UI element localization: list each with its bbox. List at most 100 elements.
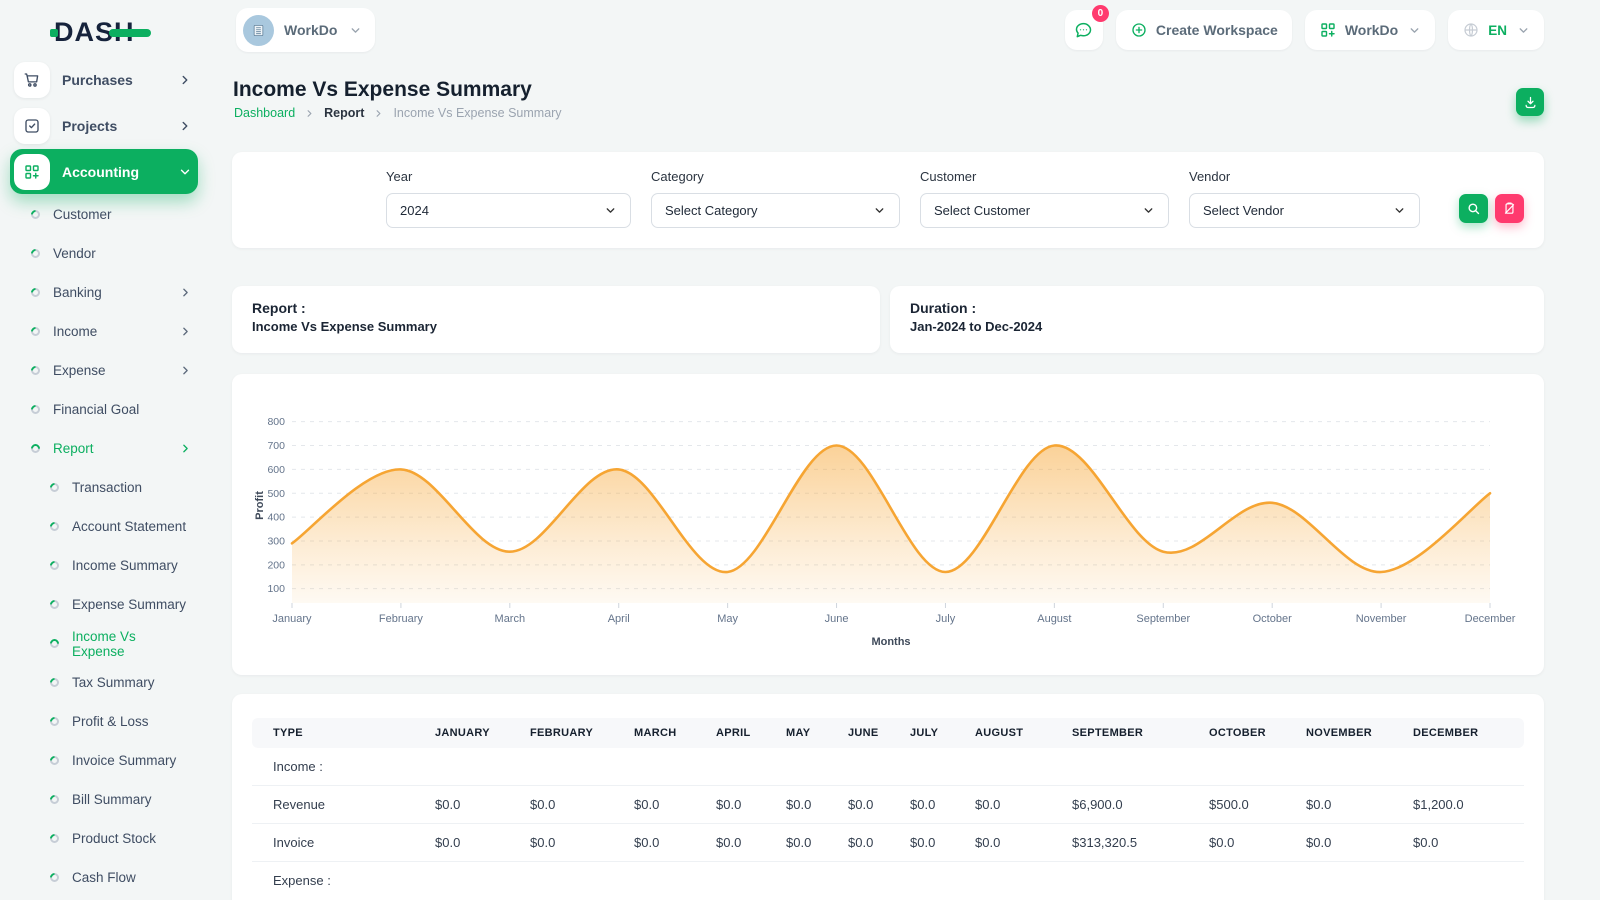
chevron-right-icon	[179, 286, 192, 299]
sidebar-item-label: Vendor	[53, 246, 96, 261]
create-workspace-button[interactable]: Create Workspace	[1116, 10, 1292, 50]
column-header-february: FEBRUARY	[509, 718, 613, 748]
messages-button[interactable]: 0	[1065, 10, 1103, 50]
sidebar-item-label: Transaction	[72, 480, 142, 495]
cell-value: $0.0	[889, 824, 954, 862]
customer-label: Customer	[920, 169, 1169, 184]
sidebar-item-purchases[interactable]: Purchases	[10, 57, 198, 102]
sidebar-item-bill-summary[interactable]: Bill Summary	[0, 780, 210, 819]
vendor-select[interactable]: Select Vendor	[1189, 193, 1420, 228]
cell-value: $0.0	[613, 786, 695, 824]
sidebar: DASH Purchases Projects Accounting Custome…	[0, 0, 210, 900]
bullet-donut-icon	[48, 637, 61, 650]
sidebar-item-label: Expense Summary	[72, 597, 186, 612]
bullet-donut-icon	[48, 559, 61, 572]
year-label: Year	[386, 169, 631, 184]
table-section-label: Expense :	[252, 862, 1524, 900]
building-icon	[249, 21, 268, 40]
sidebar-item-expense[interactable]: Expense	[0, 351, 210, 390]
workspace-name: WorkDo	[284, 22, 337, 38]
language-label: EN	[1488, 23, 1507, 38]
workspace-menu-button[interactable]: WorkDo	[1305, 10, 1435, 50]
chevron-down-icon	[178, 165, 192, 179]
column-header-december: DECEMBER	[1392, 718, 1524, 748]
bullet-donut-icon	[29, 286, 42, 299]
x-tick-label: July	[936, 613, 956, 625]
bullet-donut-icon	[48, 793, 61, 806]
download-icon	[1523, 95, 1538, 110]
cell-value: $0.0	[954, 824, 1051, 862]
sidebar-item-label: Report	[53, 441, 94, 456]
breadcrumb-dashboard[interactable]: Dashboard	[234, 106, 295, 120]
sidebar-item-profit-loss[interactable]: Profit & Loss	[0, 702, 210, 741]
duration-label: Duration :	[890, 286, 1544, 319]
breadcrumb: Dashboard Report Income Vs Expense Summa…	[234, 106, 562, 120]
chevron-down-icon	[1393, 204, 1406, 217]
sidebar-item-label: Expense	[53, 363, 106, 378]
chevron-right-icon	[373, 108, 384, 119]
sidebar-item-report[interactable]: Report	[0, 429, 210, 468]
y-tick-label: 600	[267, 464, 285, 476]
y-tick-label: 700	[267, 440, 285, 452]
x-tick-label: September	[1136, 613, 1190, 625]
cell-value: $0.0	[695, 824, 765, 862]
sidebar-item-label: Customer	[53, 207, 112, 222]
file-slash-icon	[1502, 201, 1517, 216]
sidebar-item-projects[interactable]: Projects	[10, 103, 198, 148]
sidebar-item-customer[interactable]: Customer	[0, 195, 210, 234]
column-header-october: OCTOBER	[1188, 718, 1285, 748]
sidebar-item-cash-flow[interactable]: Cash Flow	[0, 858, 210, 897]
chevron-right-icon	[178, 73, 192, 87]
globe-icon	[1462, 21, 1480, 39]
sidebar-item-vendor[interactable]: Vendor	[0, 234, 210, 273]
sidebar-item-label: Invoice Summary	[72, 753, 176, 768]
sidebar-item-expense-summary[interactable]: Expense Summary	[0, 585, 210, 624]
x-tick-label: June	[825, 613, 849, 625]
sidebar-item-label: Product Stock	[72, 831, 156, 846]
table-row-invoice: Invoice$0.0$0.0$0.0$0.0$0.0$0.0$0.0$0.0$…	[252, 824, 1524, 862]
report-summary-card: Report : Income Vs Expense Summary	[232, 286, 880, 353]
cart-icon	[14, 62, 50, 98]
y-tick-label: 100	[267, 583, 285, 595]
sidebar-item-tax-summary[interactable]: Tax Summary	[0, 663, 210, 702]
column-header-march: MARCH	[613, 718, 695, 748]
x-tick-label: April	[608, 613, 630, 625]
row-type: Invoice	[252, 824, 414, 862]
year-select[interactable]: 2024	[386, 193, 631, 228]
category-select[interactable]: Select Category	[651, 193, 900, 228]
sidebar-item-banking[interactable]: Banking	[0, 273, 210, 312]
sidebar-item-income[interactable]: Income	[0, 312, 210, 351]
cell-value: $0.0	[827, 786, 889, 824]
sidebar-item-financial-goal[interactable]: Financial Goal	[0, 390, 210, 429]
sidebar-item-account-statement[interactable]: Account Statement	[0, 507, 210, 546]
apply-filter-button[interactable]	[1459, 194, 1488, 223]
year-value: 2024	[400, 203, 429, 218]
language-selector[interactable]: EN	[1448, 10, 1544, 50]
breadcrumb-report[interactable]: Report	[324, 106, 364, 120]
reset-filter-button[interactable]	[1495, 194, 1524, 223]
y-tick-label: 300	[267, 535, 285, 547]
chevron-down-icon	[1408, 24, 1421, 37]
chevron-down-icon	[604, 204, 617, 217]
sidebar-item-label: Projects	[62, 118, 166, 134]
chevron-down-icon	[873, 204, 886, 217]
sidebar-item-accounting[interactable]: Accounting	[10, 149, 198, 194]
sidebar-item-invoice-summary[interactable]: Invoice Summary	[0, 741, 210, 780]
row-type: Revenue	[252, 786, 414, 824]
workspace-switcher[interactable]: WorkDo	[236, 8, 375, 52]
cell-value: $0.0	[613, 824, 695, 862]
column-header-june: JUNE	[827, 718, 889, 748]
app-logo[interactable]: DASH	[54, 16, 135, 48]
download-button[interactable]	[1516, 88, 1544, 116]
column-header-july: JULY	[889, 718, 954, 748]
sidebar-item-label: Income Vs Expense	[72, 629, 192, 659]
x-axis-title: Months	[871, 636, 910, 648]
sidebar-main-nav: Purchases Projects Accounting	[0, 56, 210, 195]
sidebar-item-income-vs-expense[interactable]: Income Vs Expense	[0, 624, 210, 663]
cell-value: $0.0	[509, 824, 613, 862]
customer-select[interactable]: Select Customer	[920, 193, 1169, 228]
sidebar-item-label: Bill Summary	[72, 792, 152, 807]
sidebar-item-income-summary[interactable]: Income Summary	[0, 546, 210, 585]
sidebar-item-transaction[interactable]: Transaction	[0, 468, 210, 507]
sidebar-item-product-stock[interactable]: Product Stock	[0, 819, 210, 858]
